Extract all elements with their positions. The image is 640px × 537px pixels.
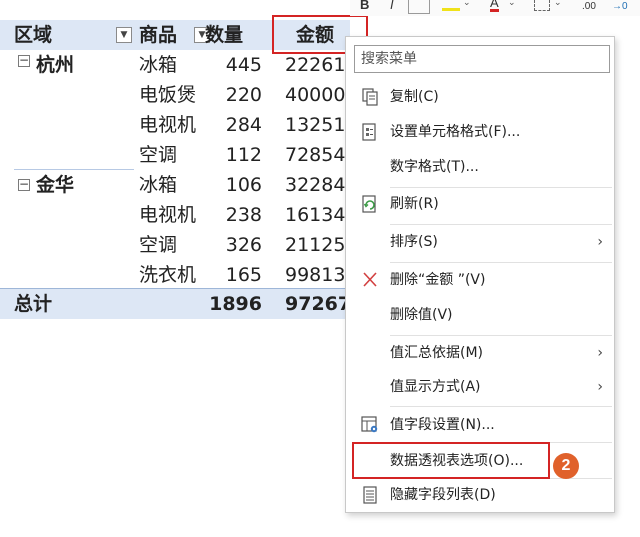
menu-search-placeholder: 搜索菜单: [361, 51, 417, 67]
amount-cell[interactable]: 40000: [285, 80, 345, 110]
menu-item-label: 删除值(V): [390, 307, 453, 323]
mini-toolbar: B I ⌄ A ⌄ ⌄ .00 →0: [350, 0, 640, 16]
menu-item-copy[interactable]: 复制(C): [347, 82, 613, 112]
product-cell[interactable]: 电视机: [139, 110, 196, 140]
region-cell[interactable]: 杭州: [36, 50, 74, 80]
fill-color-button[interactable]: [442, 0, 460, 11]
product-cell[interactable]: 电视机: [139, 200, 196, 230]
header-region[interactable]: 区域: [14, 20, 52, 50]
chevron-right-icon: ›: [597, 234, 603, 250]
quantity-cell[interactable]: 284: [196, 110, 262, 140]
region-filter-button[interactable]: ▼: [116, 27, 132, 43]
header-product[interactable]: 商品: [139, 20, 177, 50]
menu-item-hide-field-list[interactable]: 隐藏字段列表(D): [347, 480, 613, 510]
menu-item-label: 刷新(R): [390, 196, 439, 212]
refresh-icon: [362, 195, 376, 213]
quantity-cell[interactable]: 238: [196, 200, 262, 230]
table-row: 空调 112 72854: [0, 140, 350, 170]
menu-item-show-values-as[interactable]: 值显示方式(A) ›: [347, 372, 613, 402]
product-cell[interactable]: 空调: [139, 230, 177, 260]
menu-item-value-field-settings[interactable]: 值字段设置(N)...: [347, 410, 613, 440]
menu-separator: [390, 187, 612, 188]
menu-search-input[interactable]: 搜索菜单: [354, 45, 610, 73]
menu-item-number-format[interactable]: 数字格式(T)...: [347, 152, 613, 182]
grand-total-row: 总计 1896 972678: [0, 288, 364, 319]
step-badge-2: 2: [553, 453, 579, 479]
table-row: 电视机 284 132514: [0, 110, 358, 140]
chevron-right-icon: ›: [597, 345, 603, 361]
menu-item-label: 隐藏字段列表(D): [390, 487, 496, 503]
region-cell[interactable]: 金华: [36, 170, 74, 200]
increase-decimal-button[interactable]: →0: [612, 1, 628, 12]
menu-item-label: 删除“金额 ”(V): [390, 272, 486, 288]
total-quantity[interactable]: 1896: [196, 289, 262, 319]
menu-item-label: 值汇总依据(M): [390, 345, 484, 361]
product-cell[interactable]: 冰箱: [139, 50, 177, 80]
menu-separator: [390, 335, 612, 336]
total-label[interactable]: 总计: [14, 289, 52, 319]
table-row: 空调 326 211250: [0, 230, 358, 260]
format-cells-icon: [362, 123, 376, 141]
align-button[interactable]: [408, 0, 430, 14]
copy-icon: [362, 88, 378, 106]
product-cell[interactable]: 洗衣机: [139, 260, 196, 290]
table-row: 洗衣机 165 99813: [0, 260, 350, 290]
chevron-down-icon[interactable]: ⌄: [554, 0, 562, 8]
menu-item-label: 复制(C): [390, 89, 439, 105]
menu-item-label: 排序(S): [390, 234, 438, 250]
menu-item-summarize-by[interactable]: 值汇总依据(M) ›: [347, 338, 613, 368]
menu-item-remove-field[interactable]: 删除“金额 ”(V): [347, 265, 613, 295]
product-cell[interactable]: 空调: [139, 140, 177, 170]
menu-item-refresh[interactable]: 刷新(R): [347, 189, 613, 219]
chevron-down-icon[interactable]: ⌄: [463, 0, 471, 8]
table-row: 电视机 238 161344: [0, 200, 358, 230]
collapse-toggle-hangzhou[interactable]: −: [18, 54, 30, 67]
menu-item-label: 值显示方式(A): [390, 379, 481, 395]
menu-separator: [390, 406, 612, 407]
product-cell[interactable]: 冰箱: [139, 170, 177, 200]
field-list-icon: [363, 486, 377, 504]
quantity-cell[interactable]: 165: [196, 260, 262, 290]
field-settings-icon: [361, 416, 378, 433]
quantity-cell[interactable]: 445: [196, 50, 262, 80]
chevron-right-icon: ›: [597, 379, 603, 395]
delete-x-icon: [363, 272, 377, 287]
menu-item-sort[interactable]: 排序(S) ›: [347, 227, 613, 257]
table-row: 电饭煲 220 40000: [0, 80, 350, 110]
quantity-cell[interactable]: 220: [196, 80, 262, 110]
menu-item-format-cells[interactable]: 设置单元格格式(F)...: [347, 117, 613, 147]
decrease-decimal-button[interactable]: .00: [582, 1, 596, 12]
table-row: − 杭州 冰箱 445 222617: [0, 50, 358, 80]
menu-item-label: 值字段设置(N)...: [390, 417, 495, 433]
table-row: − 金华 冰箱 106 32284: [0, 170, 350, 200]
amount-cell[interactable]: 99813: [285, 260, 345, 290]
header-quantity[interactable]: 数量: [205, 20, 243, 50]
menu-separator: [390, 224, 612, 225]
borders-icon[interactable]: [534, 0, 550, 11]
quantity-cell[interactable]: 112: [196, 140, 262, 170]
product-cell[interactable]: 电饭煲: [139, 80, 196, 110]
amount-cell[interactable]: 72854: [285, 140, 345, 170]
bold-button[interactable]: B: [360, 0, 369, 12]
menu-item-remove-value[interactable]: 删除值(V): [347, 300, 613, 330]
italic-button[interactable]: I: [390, 0, 394, 12]
font-color-button[interactable]: A: [490, 0, 499, 12]
menu-item-label: 设置单元格格式(F)...: [390, 124, 521, 140]
quantity-cell[interactable]: 326: [196, 230, 262, 260]
menu-separator: [390, 262, 612, 263]
quantity-cell[interactable]: 106: [196, 170, 262, 200]
chevron-down-icon[interactable]: ⌄: [508, 0, 516, 8]
menu-item-label: 数字格式(T)...: [390, 159, 479, 175]
amount-cell[interactable]: 32284: [285, 170, 345, 200]
pivot-options-highlight: [352, 442, 550, 479]
collapse-toggle-jinhua[interactable]: −: [18, 178, 30, 191]
